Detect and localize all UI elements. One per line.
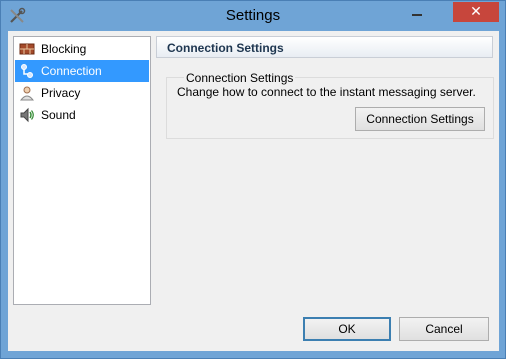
- cancel-button[interactable]: Cancel: [399, 317, 489, 341]
- settings-nav-list: Blocking Connection Privacy Sound: [13, 36, 151, 305]
- title-bar[interactable]: Settings ✕: [1, 1, 505, 31]
- ok-button[interactable]: OK: [303, 317, 391, 341]
- minimize-button[interactable]: [404, 2, 430, 22]
- nav-item-connection[interactable]: Connection: [15, 60, 149, 82]
- user-privacy-icon: [19, 85, 35, 101]
- connection-settings-button[interactable]: Connection Settings: [355, 107, 485, 131]
- connection-icon: [19, 63, 35, 79]
- nav-item-blocking[interactable]: Blocking: [15, 38, 149, 60]
- settings-window: Settings ✕ Blocking Connection Privacy S…: [0, 0, 506, 359]
- nav-label: Blocking: [41, 42, 87, 56]
- speaker-icon: [19, 107, 35, 123]
- group-title: Connection Settings: [184, 71, 296, 85]
- panel-title: Connection Settings: [167, 41, 284, 55]
- client-area: Blocking Connection Privacy Sound Connec…: [8, 31, 499, 351]
- close-button[interactable]: ✕: [453, 2, 499, 22]
- panel-header: Connection Settings: [156, 36, 493, 58]
- nav-label: Privacy: [41, 86, 81, 100]
- nav-label: Sound: [41, 108, 76, 122]
- nav-item-sound[interactable]: Sound: [15, 104, 149, 126]
- nav-item-privacy[interactable]: Privacy: [15, 82, 149, 104]
- nav-label: Connection: [41, 64, 102, 78]
- group-description: Change how to connect to the instant mes…: [177, 85, 476, 99]
- blocking-brick-icon: [19, 41, 35, 57]
